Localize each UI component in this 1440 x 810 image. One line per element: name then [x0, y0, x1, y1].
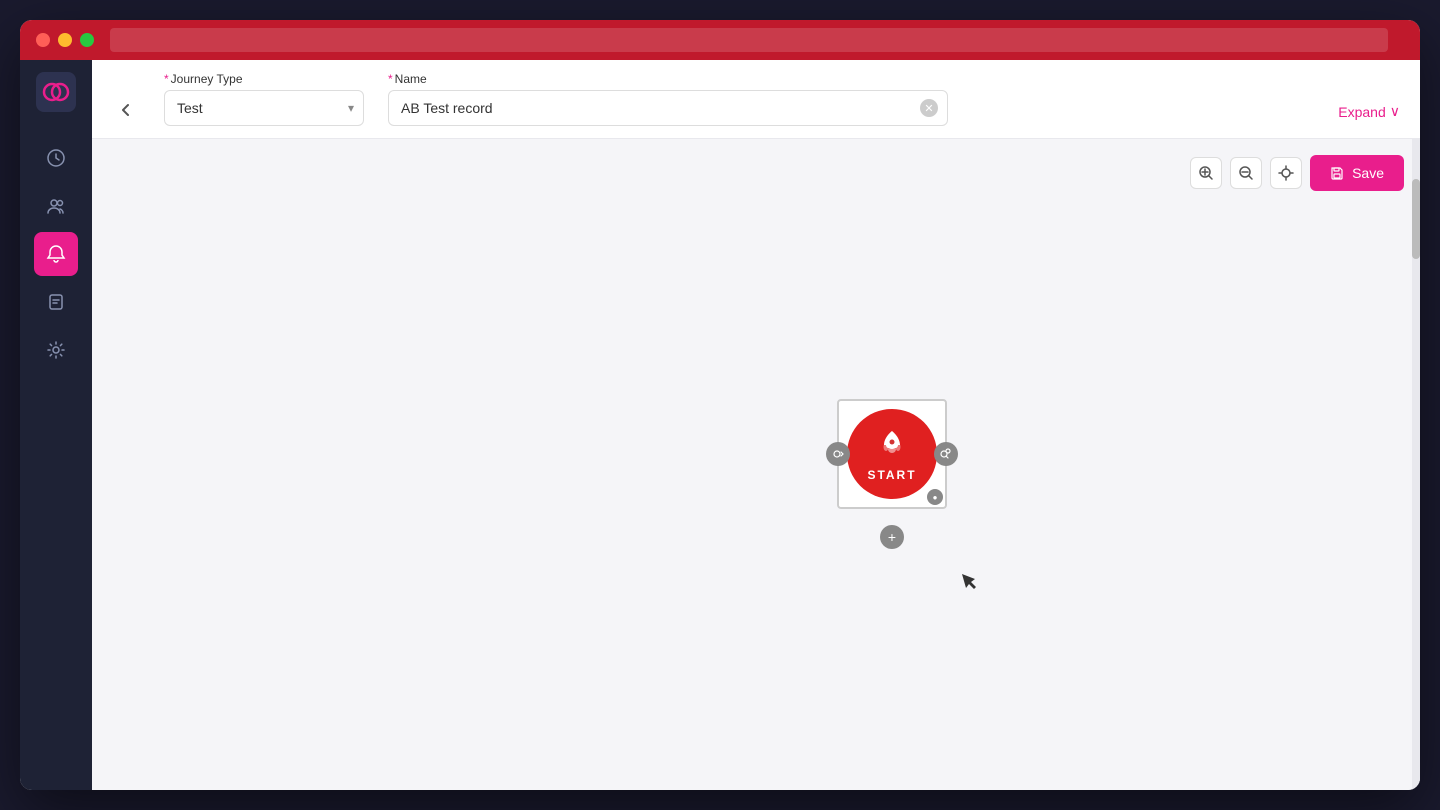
sidebar-item-settings[interactable] — [34, 328, 78, 372]
cursor — [962, 574, 976, 594]
scrollbar[interactable] — [1412, 139, 1420, 790]
journey-type-select-wrapper[interactable]: Test ▾ — [164, 90, 364, 126]
zoom-out-button[interactable] — [1230, 157, 1262, 189]
sidebar-item-clock[interactable] — [34, 136, 78, 180]
clear-input-button[interactable]: ✕ — [920, 99, 938, 117]
sidebar-nav — [20, 136, 92, 778]
expand-button[interactable]: Expand ∨ — [1338, 103, 1400, 120]
start-node-box[interactable]: START ● — [837, 399, 947, 509]
zoom-in-button[interactable] — [1190, 157, 1222, 189]
name-required: * — [388, 72, 393, 86]
name-field: *Name ✕ — [388, 72, 948, 126]
journey-type-select[interactable]: Test — [164, 90, 364, 126]
start-node-container: START ● — [837, 399, 947, 509]
main-area: *Journey Type Test ▾ *Name — [92, 60, 1420, 790]
sidebar-item-notifications[interactable] — [34, 232, 78, 276]
browser-titlebar — [20, 20, 1420, 60]
sidebar — [20, 60, 92, 790]
sidebar-item-users[interactable] — [34, 184, 78, 228]
name-input-wrapper: ✕ — [388, 90, 948, 126]
journey-type-required: * — [164, 72, 169, 86]
sidebar-item-reports[interactable] — [34, 280, 78, 324]
expand-label: Expand — [1338, 104, 1385, 120]
name-input[interactable] — [388, 90, 948, 126]
save-label: Save — [1352, 165, 1384, 181]
locate-button[interactable] — [1270, 157, 1302, 189]
node-settings-indicator: ● — [927, 489, 943, 505]
traffic-light-close[interactable] — [36, 33, 50, 47]
name-label: *Name — [388, 72, 948, 86]
save-button[interactable]: Save — [1310, 155, 1404, 191]
chevron-down-icon: ∨ — [1390, 103, 1400, 120]
sidebar-logo — [36, 72, 76, 112]
scrollbar-thumb[interactable] — [1412, 179, 1420, 259]
back-button[interactable] — [112, 96, 140, 124]
rocket-icon — [876, 427, 908, 466]
address-bar[interactable] — [110, 28, 1388, 52]
top-bar: *Journey Type Test ▾ *Name — [92, 60, 1420, 139]
plus-icon: + — [888, 529, 896, 545]
start-label: START — [867, 468, 916, 482]
canvas-toolbar: Save — [1190, 155, 1404, 191]
traffic-light-minimize[interactable] — [58, 33, 72, 47]
add-node-button[interactable]: + — [880, 525, 904, 549]
traffic-light-maximize[interactable] — [80, 33, 94, 47]
right-connector[interactable] — [934, 442, 958, 466]
traffic-lights — [36, 33, 94, 47]
left-connector[interactable] — [826, 442, 850, 466]
journey-type-field: *Journey Type Test ▾ — [164, 72, 364, 126]
start-circle: START — [847, 409, 937, 499]
canvas-area: Save — [92, 139, 1420, 790]
journey-type-label: *Journey Type — [164, 72, 364, 86]
